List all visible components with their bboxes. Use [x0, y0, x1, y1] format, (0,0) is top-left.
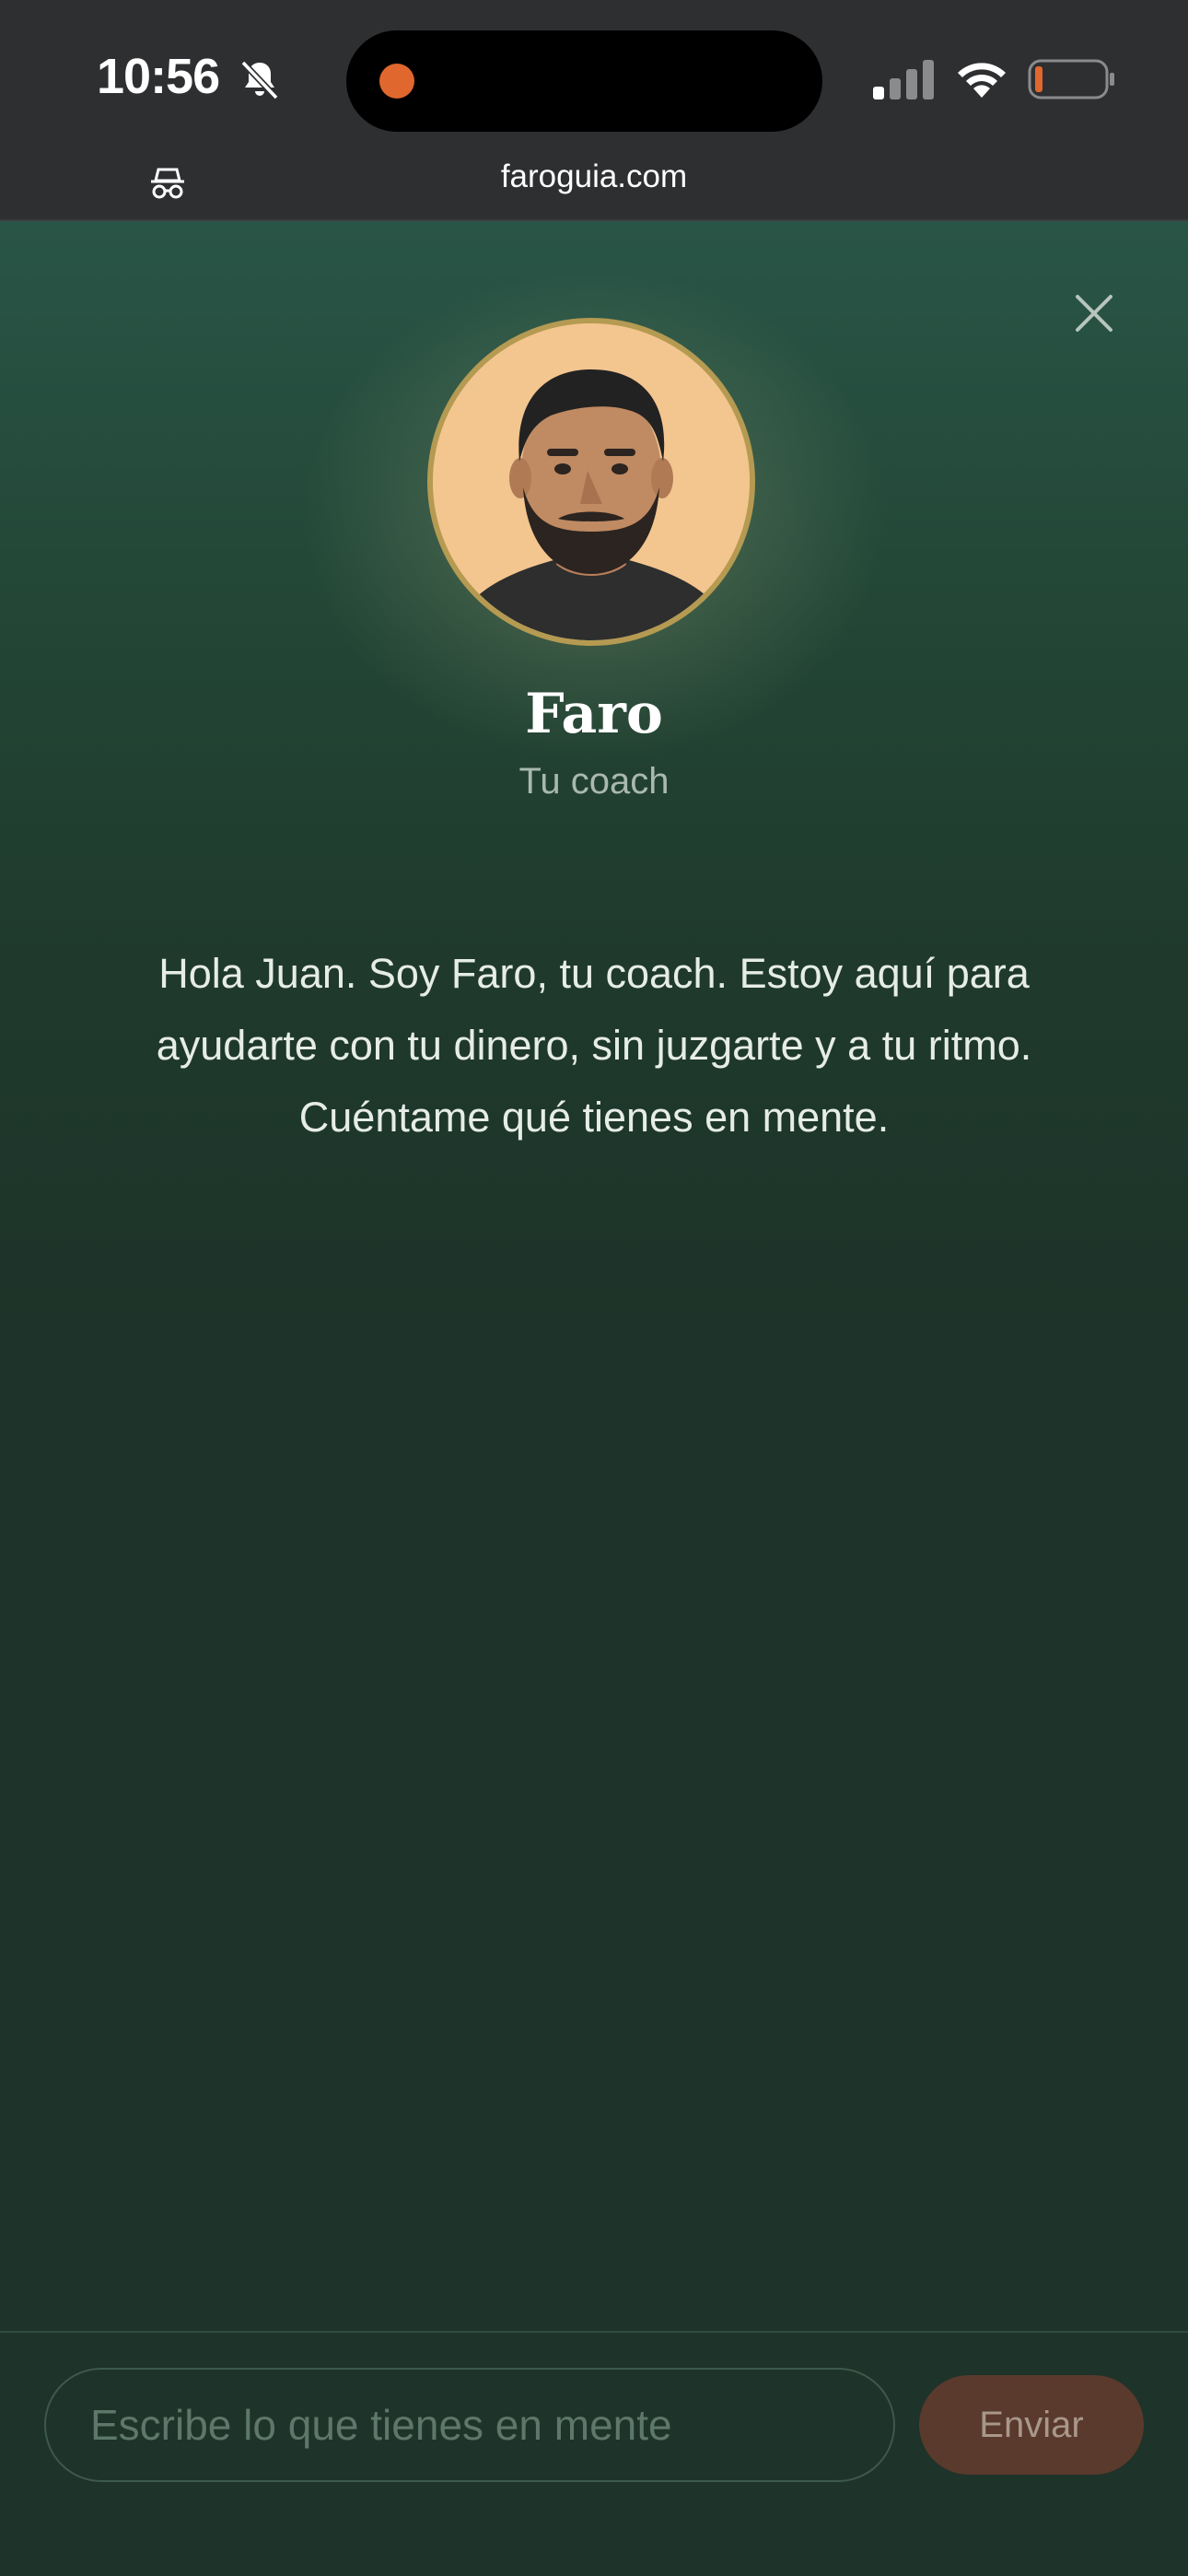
- coach-name: Faro: [525, 682, 663, 746]
- recording-indicator: [379, 64, 414, 99]
- url-bar[interactable]: faroguia.com: [0, 158, 1188, 195]
- coach-chat-screen: 10:56 faroguia.com Faro Tu coach Hola Ju…: [0, 0, 1188, 2576]
- status-time: 10:56: [97, 49, 220, 104]
- close-button[interactable]: [1068, 287, 1120, 339]
- message-input[interactable]: [44, 2368, 895, 2482]
- send-button[interactable]: Enviar: [919, 2375, 1144, 2475]
- coach-greeting-message: Hola Juan. Soy Faro, tu coach. Estoy aqu…: [156, 950, 1032, 1141]
- coach-role: Tu coach: [518, 761, 670, 802]
- battery-icon: [1028, 59, 1114, 100]
- browser-chrome: 10:56 faroguia.com: [0, 0, 1188, 221]
- coach-avatar: [427, 318, 755, 646]
- chat-area: Faro Tu coach Hola Juan. Soy Faro, tu co…: [0, 221, 1188, 2331]
- bell-off-icon: [240, 60, 279, 100]
- dynamic-island: [346, 30, 822, 132]
- wifi-icon: [958, 63, 1006, 98]
- message-composer: Enviar: [0, 2331, 1188, 2576]
- signal-icon: [873, 60, 934, 100]
